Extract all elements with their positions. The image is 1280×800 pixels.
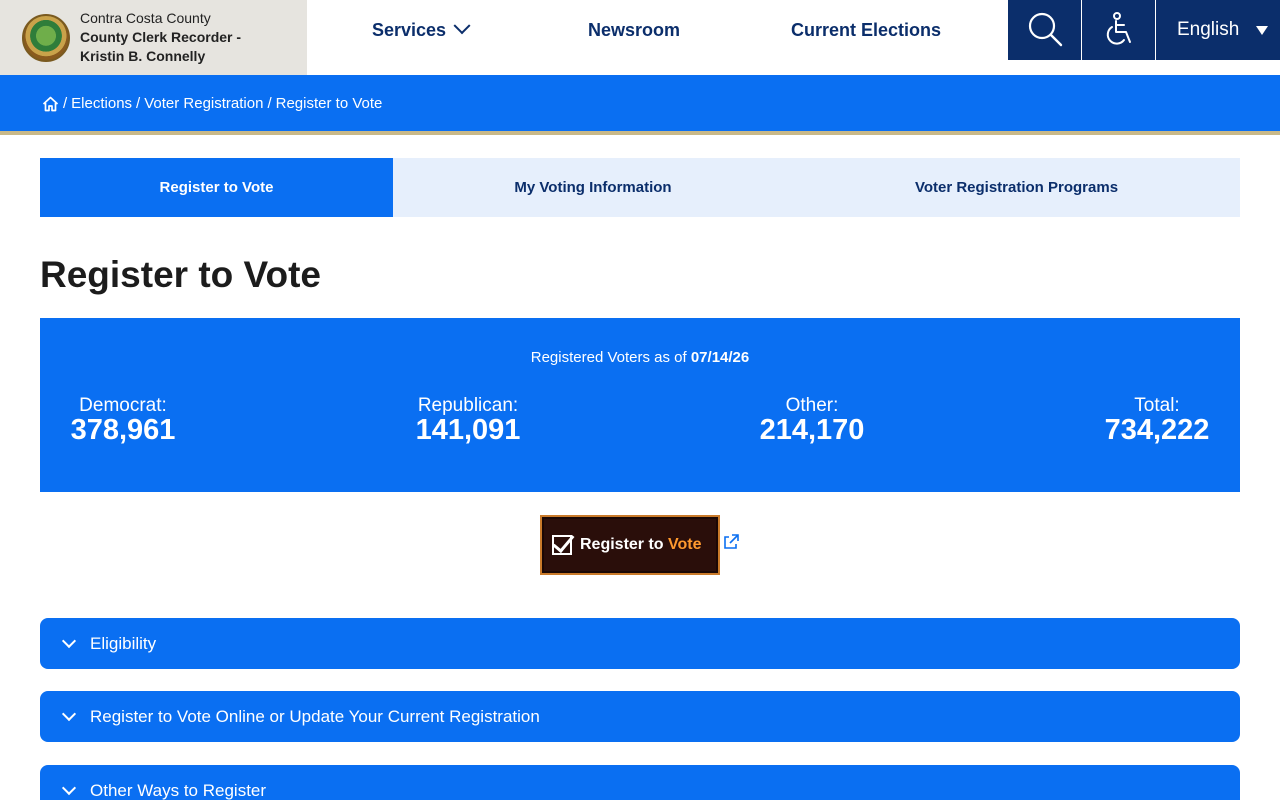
breadcrumb-separator: /: [267, 95, 272, 112]
register-button-text-accent: Vote: [668, 536, 702, 553]
stat-label: Other:: [785, 395, 839, 416]
nav-services[interactable]: Services: [372, 0, 471, 60]
breadcrumb-current: Register to Vote: [275, 95, 383, 112]
accordion-eligibility[interactable]: Eligibility: [40, 618, 1240, 669]
stat-value: 734,222: [1104, 414, 1210, 446]
tab-my-voting-information[interactable]: My Voting Information: [393, 158, 793, 217]
nav-current-elections[interactable]: Current Elections: [791, 0, 941, 60]
chevron-down-icon: [61, 706, 77, 721]
breadcrumb-separator: /: [63, 95, 68, 112]
breadcrumb-elections[interactable]: Elections: [71, 95, 132, 112]
stats-as-of-label: Registered Voters as of: [530, 349, 687, 366]
chevron-down-icon: [453, 17, 471, 35]
language-select[interactable]: English: [1156, 0, 1280, 60]
county-seal-logo: [22, 13, 70, 62]
accordion-register-online[interactable]: Register to Vote Online or Update Your C…: [40, 691, 1240, 742]
page-title: Register to Vote: [40, 254, 321, 295]
external-link-icon[interactable]: [722, 533, 740, 551]
stat-label: Republican:: [417, 395, 519, 416]
stat-democrat: Democrat: 378,961: [64, 395, 182, 446]
brand-office: County Clerk Recorder -: [80, 29, 242, 45]
nav-newsroom[interactable]: Newsroom: [588, 0, 680, 60]
accessibility-icon: [1106, 12, 1131, 45]
breadcrumb-separator: /: [136, 95, 141, 112]
brand-official-name: Kristin B. Connelly: [80, 48, 206, 64]
register-button-text-main: Register to: [580, 536, 664, 553]
site-header: Contra Costa County County Clerk Recorde…: [0, 0, 1280, 75]
nav-current-elections-label: Current Elections: [791, 19, 942, 40]
stat-label: Democrat:: [79, 395, 167, 416]
stat-value: 214,170: [759, 414, 865, 446]
nav-newsroom-label: Newsroom: [588, 19, 681, 40]
stat-label: Total:: [1134, 395, 1180, 416]
stat-value: 141,091: [415, 414, 521, 446]
accordion-label: Other Ways to Register: [90, 780, 267, 800]
accordion-other-ways[interactable]: Other Ways to Register: [40, 765, 1240, 800]
stats-as-of: Registered Voters as of 07/14/26: [40, 349, 1240, 366]
caret-down-icon: [1256, 26, 1268, 35]
stat-value: 378,961: [70, 414, 176, 446]
nav-services-label: Services: [372, 19, 447, 40]
breadcrumb-bar: / Elections / Voter Registration / Regis…: [0, 75, 1280, 135]
breadcrumb: / Elections / Voter Registration / Regis…: [42, 95, 382, 112]
register-to-vote-button[interactable]: Register to Vote: [540, 515, 720, 575]
accessibility-button[interactable]: [1082, 0, 1155, 60]
stat-total: Total: 734,222: [1097, 395, 1217, 446]
stat-other: Other: 214,170: [752, 395, 872, 446]
register-button-text: Register to Vote: [580, 536, 702, 554]
breadcrumb-voter-registration[interactable]: Voter Registration: [144, 95, 263, 112]
home-icon[interactable]: [42, 96, 59, 112]
registered-voters-stats: Registered Voters as of 07/14/26 Democra…: [40, 318, 1240, 492]
accordion-label: Eligibility: [90, 633, 157, 653]
site-brand[interactable]: Contra Costa County County Clerk Recorde…: [0, 0, 307, 75]
checkbox-check-icon: [552, 535, 572, 555]
tab-voter-registration-programs[interactable]: Voter Registration Programs: [793, 158, 1240, 217]
chevron-down-icon: [61, 633, 77, 648]
stats-as-of-date: 07/14/26: [690, 349, 750, 366]
tab-register-to-vote[interactable]: Register to Vote: [40, 158, 393, 217]
stat-republican: Republican: 141,091: [407, 395, 529, 446]
brand-text: Contra Costa County County Clerk Recorde…: [80, 9, 241, 66]
language-label: English: [1177, 19, 1240, 40]
accordion-label: Register to Vote Online or Update Your C…: [90, 706, 540, 726]
chevron-down-icon: [61, 780, 77, 795]
search-button[interactable]: [1008, 0, 1081, 60]
section-tabs: Register to Vote My Voting Information V…: [40, 158, 1240, 217]
search-icon: [1028, 12, 1062, 47]
brand-county: Contra Costa County: [80, 10, 211, 26]
main-nav: Services Newsroom Current Elections: [307, 0, 1008, 60]
